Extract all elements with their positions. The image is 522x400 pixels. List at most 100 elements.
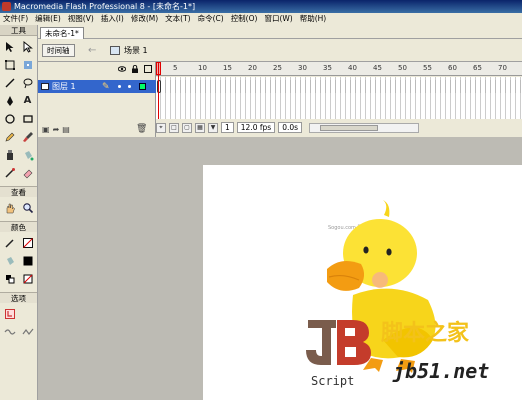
onion-skin-icon[interactable]: □ — [169, 122, 179, 133]
insert-folder-icon[interactable]: ▤ — [62, 125, 70, 134]
scene-label[interactable]: 场景 1 — [124, 45, 148, 56]
ruler-tick: 35 — [323, 64, 332, 72]
menu-modify[interactable]: 修改(M) — [129, 13, 160, 25]
ruler-tick: 70 — [498, 64, 507, 72]
modify-markers-icon[interactable]: ▼ — [208, 122, 218, 133]
brush-tool-icon[interactable] — [19, 128, 36, 145]
layer-name[interactable]: 图层 1 — [52, 82, 76, 91]
line-tool-icon[interactable] — [1, 74, 18, 91]
swap-colors-icon[interactable] — [1, 270, 18, 287]
no-color-icon[interactable] — [19, 270, 36, 287]
document-tab-bar: 未命名-1* — [38, 25, 522, 39]
subselection-tool-icon[interactable] — [19, 38, 36, 55]
duck-tuft — [383, 200, 390, 217]
delete-layer-icon[interactable]: 🗑 — [136, 124, 147, 134]
menu-view[interactable]: 视图(V) — [66, 13, 96, 25]
menu-file[interactable]: 文件(F) — [1, 13, 30, 25]
free-transform-tool-icon[interactable] — [1, 56, 18, 73]
playhead-line — [158, 62, 159, 119]
paint-bucket-tool-icon[interactable] — [19, 146, 36, 163]
frame-grid[interactable] — [156, 77, 522, 119]
timeline-scrollbar[interactable] — [309, 122, 420, 133]
pen-tool-icon[interactable] — [1, 92, 18, 109]
ruler-tick: 10 — [198, 64, 207, 72]
rectangle-tool-icon[interactable] — [19, 110, 36, 127]
view-section-label: 查看 — [0, 186, 37, 197]
lasso-tool-icon[interactable] — [19, 74, 36, 91]
outline-icon[interactable] — [144, 65, 152, 73]
timeline-status-bar: ⌖ □ ▢ ▦ ▼ 1 12.0 fps 0.0s — [156, 121, 522, 134]
straighten-option-icon[interactable] — [19, 323, 36, 340]
eraser-tool-icon[interactable] — [19, 164, 36, 181]
layer-row-1[interactable]: 图层 1 ✎ — [38, 80, 156, 93]
gradient-transform-tool-icon[interactable] — [19, 56, 36, 73]
lock-icon[interactable] — [131, 64, 139, 73]
back-arrow-icon[interactable]: ← — [88, 45, 96, 56]
colors-section-label: 颜色 — [0, 221, 37, 232]
eye-icon[interactable] — [117, 65, 127, 73]
duck-eye-left — [363, 246, 369, 254]
snap-to-objects-icon[interactable] — [1, 305, 18, 322]
tool-grid: A — [0, 36, 37, 183]
ruler-tick: 50 — [398, 64, 407, 72]
menu-help[interactable]: 帮助(H) — [298, 13, 329, 25]
outline-color-box[interactable] — [139, 83, 146, 90]
ruler-tick: 60 — [448, 64, 457, 72]
selection-tool-icon[interactable] — [1, 38, 18, 55]
toolbox-header: 工具 — [0, 25, 37, 36]
frame-rate[interactable]: 12.0 fps — [236, 122, 276, 133]
layer-1-frames[interactable] — [156, 80, 522, 93]
ruler-tick: 40 — [348, 64, 357, 72]
duck-eye-right — [386, 248, 392, 256]
edit-multiple-frames-icon[interactable]: ▦ — [195, 122, 205, 133]
ruler-tick: 65 — [473, 64, 482, 72]
eyedropper-tool-icon[interactable] — [1, 164, 18, 181]
onion-outline-icon[interactable]: ▢ — [182, 122, 192, 133]
layer-actions: ▣ ➦ ▤ — [42, 125, 70, 134]
text-tool-icon[interactable]: A — [19, 92, 36, 109]
ink-bottle-tool-icon[interactable] — [1, 146, 18, 163]
visibility-dot[interactable] — [118, 85, 121, 88]
add-guide-layer-icon[interactable]: ➦ — [53, 125, 60, 134]
menu-insert[interactable]: 插入(I) — [99, 13, 126, 25]
jb-logo — [306, 320, 371, 365]
stroke-color-swatch[interactable] — [19, 234, 36, 251]
fill-color-swatch[interactable] — [19, 252, 36, 269]
view-tools — [0, 197, 37, 218]
oval-tool-icon[interactable] — [1, 110, 18, 127]
current-frame: 1 — [221, 122, 234, 133]
menu-window[interactable]: 窗口(W) — [262, 13, 294, 25]
title-bar: Macromedia Flash Professional 8 - [未命名-1… — [0, 0, 522, 13]
ruler-tick: 45 — [373, 64, 382, 72]
timeline-panel: 图层 1 ✎ ▣ ➦ ▤ 🗑 5 10 15 20 25 30 35 40 45… — [38, 62, 522, 137]
scrollbar-thumb[interactable] — [320, 124, 379, 131]
ruler-tick: 30 — [298, 64, 307, 72]
insert-layer-icon[interactable]: ▣ — [42, 125, 50, 134]
layer-icon — [41, 83, 49, 90]
flash-app-icon — [2, 2, 11, 11]
menu-text[interactable]: 文本(T) — [163, 13, 192, 25]
options-section-label: 选项 — [0, 292, 37, 303]
frame-ruler[interactable]: 5 10 15 20 25 30 35 40 45 50 55 60 65 70 — [156, 62, 522, 76]
stage-canvas[interactable]: Sogou.com 图库 Script 脚本之家 jb51.net — [203, 165, 522, 400]
brand-text: 脚本之家 — [381, 320, 470, 346]
ruler-tick: 15 — [223, 64, 232, 72]
menu-control[interactable]: 控制(O) — [229, 13, 260, 25]
stroke-color-icon[interactable] — [1, 234, 18, 251]
smooth-option-icon[interactable] — [1, 323, 18, 340]
lock-dot[interactable] — [128, 85, 131, 88]
option-tools — [0, 303, 37, 342]
timeline-toggle-button[interactable]: 时间轴 — [42, 44, 75, 57]
menu-bar: 文件(F) 编辑(E) 视图(V) 插入(I) 修改(M) 文本(T) 命令(C… — [0, 13, 522, 25]
pencil-tool-icon[interactable] — [1, 128, 18, 145]
fill-color-icon[interactable] — [1, 252, 18, 269]
menu-edit[interactable]: 编辑(E) — [33, 13, 63, 25]
zoom-tool-icon[interactable] — [19, 199, 36, 216]
menu-commands[interactable]: 命令(C) — [196, 13, 226, 25]
center-frame-icon[interactable]: ⌖ — [156, 122, 166, 133]
document-tab[interactable]: 未命名-1* — [40, 27, 84, 39]
hand-tool-icon[interactable] — [1, 199, 18, 216]
logo-caption: Script — [311, 374, 354, 388]
layer-controls — [117, 64, 152, 73]
scene-icon — [110, 46, 120, 55]
